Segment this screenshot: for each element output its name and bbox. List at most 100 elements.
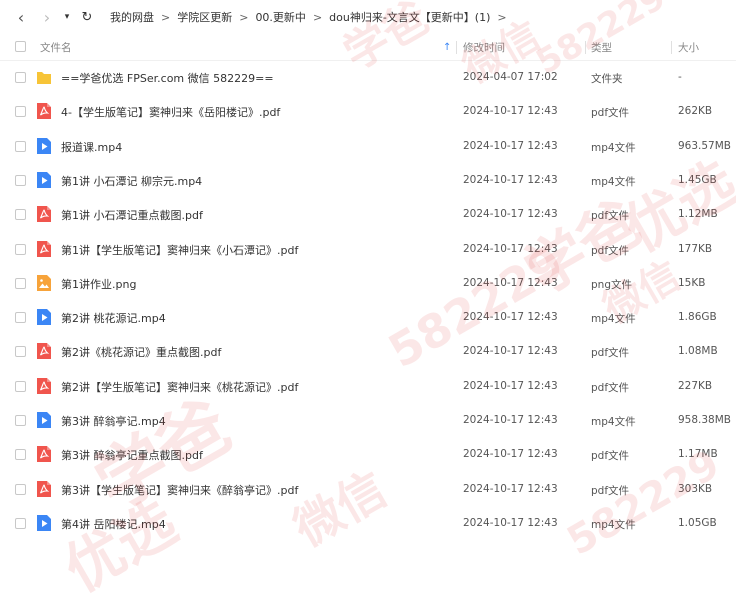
row-checkbox[interactable] — [15, 106, 26, 118]
file-name[interactable]: 第2讲《桃花源记》重点截图.pdf — [61, 344, 221, 360]
file-size: 1.12MB — [678, 208, 718, 221]
row-checkbox[interactable] — [15, 517, 26, 529]
file-modified-date: 2024-10-17 12:43 — [463, 276, 558, 289]
file-size: 963.57MB — [678, 139, 732, 152]
file-name[interactable]: 第2讲【学生版笔记】窦神归来《桃花源记》.pdf — [61, 379, 298, 395]
file-row[interactable]: 第3讲 醉翁亭记重点截图.pdf 2024-10-17 12:43 pdf文件 1.1… — [0, 437, 736, 471]
row-checkbox[interactable] — [15, 243, 26, 255]
row-checkbox[interactable] — [15, 449, 26, 461]
file-row[interactable]: 第4讲 岳阳楼记.mp4 2024-10-17 12:43 mp4文件 1.05GB — [0, 506, 736, 540]
sort-ascending-icon[interactable]: ↑ — [443, 42, 451, 53]
row-checkbox[interactable] — [15, 380, 26, 392]
column-divider[interactable] — [585, 41, 586, 54]
file-size: 262KB — [678, 105, 713, 118]
refresh-icon[interactable]: ↻ — [74, 5, 100, 29]
file-type: pdf文件 — [591, 381, 630, 394]
pdf-file-icon — [36, 342, 52, 360]
history-dropdown-icon[interactable]: ▾ — [60, 5, 74, 29]
file-row[interactable]: 第1讲 小石潭记 柳宗元.mp4 2024-10-17 12:43 mp4文件 1.4… — [0, 163, 736, 197]
row-checkbox[interactable] — [15, 415, 26, 426]
column-header-name[interactable]: 文件名 — [40, 40, 72, 55]
file-modified-date: 2024-10-17 12:43 — [463, 516, 558, 529]
back-icon[interactable]: ‹ — [8, 5, 34, 29]
file-row[interactable]: 报道课.mp4 2024-10-17 12:43 mp4文件 963.57MB — [0, 129, 736, 163]
file-type: mp4文件 — [591, 175, 636, 188]
file-row[interactable]: 第1讲【学生版笔记】窦神归来《小石潭记》.pdf 2024-10-17 12:43… — [0, 232, 736, 266]
file-name[interactable]: 第4讲 岳阳楼记.mp4 — [61, 516, 166, 532]
pdf-file-icon — [36, 205, 52, 223]
file-type: pdf文件 — [591, 450, 630, 463]
breadcrumb-separator: > — [312, 10, 323, 24]
pdf-file-icon — [36, 102, 52, 120]
file-size: 1.45GB — [678, 173, 717, 186]
breadcrumb-item[interactable]: 学院区更新 — [175, 9, 234, 25]
file-row[interactable]: 4-【学生版笔记】窦神归来《岳阳楼记》.pdf 2024-10-17 12:43 p… — [0, 94, 736, 128]
file-type: mp4文件 — [591, 141, 636, 154]
breadcrumb-item-current[interactable]: dou神归来-文言文【更新中】(1) — [327, 9, 492, 25]
file-type: pdf文件 — [591, 347, 630, 360]
video-file-icon — [36, 514, 52, 532]
forward-icon[interactable]: › — [34, 5, 60, 29]
file-name[interactable]: 第3讲 醉翁亭记重点截图.pdf — [61, 447, 203, 463]
file-name[interactable]: 4-【学生版笔记】窦神归来《岳阳楼记》.pdf — [61, 104, 280, 120]
breadcrumb-separator: > — [497, 10, 507, 24]
file-type: mp4文件 — [591, 518, 636, 531]
row-checkbox[interactable] — [15, 174, 26, 186]
row-checkbox[interactable] — [15, 209, 26, 221]
file-modified-date: 2024-10-17 12:43 — [463, 482, 558, 495]
breadcrumb-item[interactable]: 00.更新中 — [253, 9, 308, 25]
row-checkbox[interactable] — [15, 346, 26, 358]
file-row[interactable]: 第3讲 醉翁亭记.mp4 2024-10-17 12:43 mp4文件 958.38M… — [0, 403, 736, 437]
file-row[interactable]: 第2讲【学生版笔记】窦神归来《桃花源记》.pdf 2024-10-17 12:43… — [0, 369, 736, 403]
file-modified-date: 2024-10-17 12:43 — [463, 242, 558, 255]
file-type: mp4文件 — [591, 313, 636, 326]
breadcrumb-item[interactable]: 我的网盘 — [108, 9, 156, 25]
file-modified-date: 2024-10-17 12:43 — [463, 105, 558, 118]
file-type: 文件夹 — [591, 73, 623, 85]
file-row[interactable]: 第1讲作业.png 2024-10-17 12:43 png文件 15KB — [0, 266, 736, 300]
file-size: 1.86GB — [678, 311, 717, 324]
file-modified-date: 2024-10-17 12:43 — [463, 139, 558, 152]
file-name[interactable]: 第1讲 小石潭记 柳宗元.mp4 — [61, 173, 202, 189]
file-size: 1.17MB — [678, 448, 718, 461]
video-file-icon — [36, 308, 52, 326]
file-size: - — [678, 71, 682, 83]
file-size: 15KB — [678, 276, 706, 289]
file-name[interactable]: ==学爸优选 FPSer.com 微信 582229== — [61, 70, 274, 86]
file-name[interactable]: 第1讲【学生版笔记】窦神归来《小石潭记》.pdf — [61, 242, 298, 258]
file-modified-date: 2024-10-17 12:43 — [463, 208, 558, 221]
column-divider[interactable] — [456, 41, 457, 54]
file-row[interactable]: 第3讲【学生版笔记】窦神归来《醉翁亭记》.pdf 2024-10-17 12:43… — [0, 472, 736, 506]
file-name[interactable]: 第3讲【学生版笔记】窦神归来《醉翁亭记》.pdf — [61, 482, 298, 498]
file-name[interactable]: 第1讲 小石潭记重点截图.pdf — [61, 207, 203, 223]
select-all-checkbox[interactable] — [15, 41, 26, 52]
video-file-icon — [36, 411, 52, 429]
file-row[interactable]: 第2讲《桃花源记》重点截图.pdf 2024-10-17 12:43 pdf文件 1.… — [0, 334, 736, 368]
file-size: 1.05GB — [678, 516, 717, 529]
file-size: 958.38MB — [678, 414, 732, 426]
file-size: 177KB — [678, 242, 713, 255]
row-checkbox[interactable] — [15, 140, 26, 152]
row-checkbox[interactable] — [15, 483, 26, 495]
row-checkbox[interactable] — [15, 312, 26, 324]
video-file-icon — [36, 137, 52, 155]
file-name[interactable]: 报道课.mp4 — [61, 139, 122, 155]
file-name[interactable]: 第1讲作业.png — [61, 276, 136, 292]
file-size: 227KB — [678, 379, 713, 392]
file-name[interactable]: 第2讲 桃花源记.mp4 — [61, 310, 166, 326]
breadcrumb-separator: > — [239, 10, 249, 24]
row-checkbox[interactable] — [15, 72, 26, 83]
file-row[interactable]: 第2讲 桃花源记.mp4 2024-10-17 12:43 mp4文件 1.86GB — [0, 300, 736, 334]
file-name[interactable]: 第3讲 醉翁亭记.mp4 — [61, 413, 166, 429]
file-row[interactable]: 第1讲 小石潭记重点截图.pdf 2024-10-17 12:43 pdf文件 1.1… — [0, 197, 736, 231]
column-divider[interactable] — [671, 41, 672, 54]
file-modified-date: 2024-10-17 12:43 — [463, 345, 558, 358]
breadcrumb: 我的网盘 > 学院区更新 > 00.更新中 > dou神归来-文言文【更新中】(… — [108, 9, 512, 25]
file-row[interactable]: ==学爸优选 FPSer.com 微信 582229== 2024-04-07 1… — [0, 60, 736, 94]
row-checkbox[interactable] — [15, 277, 26, 289]
file-type: pdf文件 — [591, 484, 630, 497]
column-header-size[interactable]: 大小 — [678, 40, 699, 55]
column-header-date[interactable]: 修改时间 — [463, 40, 505, 55]
column-header-type[interactable]: 类型 — [591, 40, 612, 55]
file-modified-date: 2024-04-07 17:02 — [463, 71, 558, 83]
